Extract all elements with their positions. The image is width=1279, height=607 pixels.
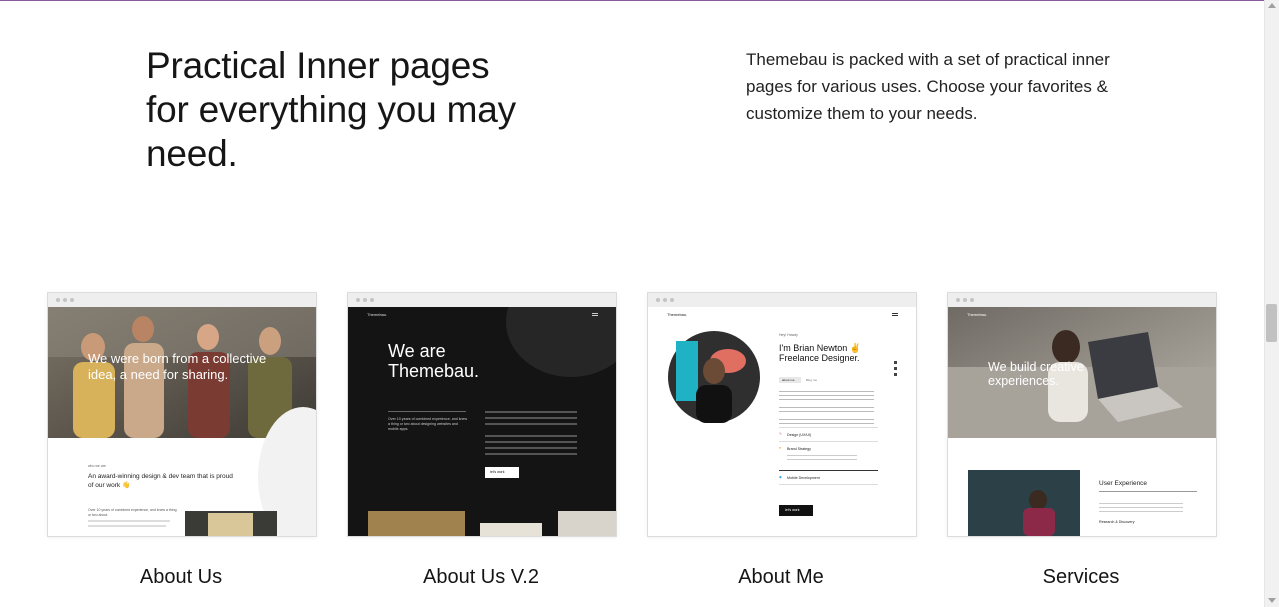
window-dot-icon [963, 298, 967, 302]
top-accent-line [0, 0, 1264, 1]
window-dot-icon [363, 298, 367, 302]
card-label-about-me[interactable]: About Me [647, 566, 915, 589]
divider [779, 427, 878, 428]
portrait-photo [668, 331, 760, 423]
browser-bar [948, 293, 1216, 307]
text-lines [1099, 503, 1183, 504]
page-preview: Themebau. We are Themebau. Over 10 years… [348, 307, 616, 536]
preview-kicker: who we are [88, 464, 106, 468]
preview-brand: Themebau. [367, 312, 388, 317]
preview-cta-label: let's work [785, 508, 800, 512]
text-line [88, 525, 166, 527]
preview-brand: Themebau. [667, 312, 688, 317]
preview-headline: We are Themebau. [388, 341, 480, 381]
scroll-up-arrow-icon[interactable] [1268, 3, 1276, 8]
window-dot-icon [70, 298, 74, 302]
design-icon: ✎ [779, 432, 783, 436]
divider [779, 484, 878, 485]
social-icons [894, 361, 897, 364]
preview-body: Over 10 years of combined experience, an… [388, 417, 468, 431]
card-services[interactable]: We build creative experiences. Themebau.… [947, 292, 1217, 537]
scroll-down-arrow-icon[interactable] [1268, 598, 1276, 603]
preview-list-item: Brand Strategy [787, 447, 811, 451]
card-label-about-us-v2[interactable]: About Us V.2 [347, 566, 615, 589]
card-label-services[interactable]: Services [947, 566, 1215, 589]
window-dot-icon [663, 298, 667, 302]
preview-list-item: Research & Discovery [1099, 520, 1135, 524]
page-preview: We were born from a collective idea, a n… [48, 307, 316, 536]
preview-photo-detail [208, 513, 253, 536]
card-label-about-us[interactable]: About Us [47, 566, 315, 589]
preview-cta-label: let's work [490, 470, 505, 474]
window-dot-icon [656, 298, 660, 302]
window-dot-icon [56, 298, 60, 302]
preview-list-item: Mobile Development [787, 476, 820, 480]
browser-bar [648, 293, 916, 307]
preview-photo [368, 511, 465, 536]
text-line [88, 520, 170, 522]
page-preview: We build creative experiences. Themebau.… [948, 307, 1216, 536]
window-dot-icon [970, 298, 974, 302]
card-about-me[interactable]: Themebau. Hey! Howdy I'm Brian Newton ✌️… [647, 292, 917, 537]
preview-tab-active: about me [779, 377, 801, 383]
preview-subheading: An award-winning design & dev team that … [88, 473, 233, 489]
window-dot-icon [956, 298, 960, 302]
preview-headline: We were born from a collective idea, a n… [88, 351, 267, 382]
card-about-us-v2[interactable]: Themebau. We are Themebau. Over 10 years… [347, 292, 617, 537]
preview-cta-button: let's work [779, 505, 813, 516]
preview-photo [968, 470, 1080, 536]
preview-cta-button: let's work [485, 467, 519, 478]
brand-icon: ● [779, 446, 782, 450]
text-lines [787, 455, 857, 456]
divider [779, 441, 878, 442]
decorative-circle [506, 307, 616, 377]
browser-bar [348, 293, 616, 307]
window-dot-icon [670, 298, 674, 302]
divider [779, 470, 878, 471]
divider [1099, 491, 1197, 492]
section-description: Themebau is packed with a set of practic… [746, 50, 1110, 123]
preview-kicker: Hey! Howdy [779, 333, 798, 337]
text-lines [485, 411, 577, 413]
preview-list-item: Design (UX/UI) [787, 433, 812, 437]
window-dot-icon [356, 298, 360, 302]
preview-body: Over 10 years of combined experience, an… [88, 508, 177, 517]
divider [388, 411, 466, 412]
window-dot-icon [370, 298, 374, 302]
mobile-icon: ◆ [779, 475, 782, 479]
card-about-us[interactable]: We were born from a collective idea, a n… [47, 292, 317, 537]
preview-photo [480, 523, 542, 536]
menu-icon [892, 313, 898, 314]
preview-photo [558, 511, 616, 536]
preview-headline: We build creative experiences. [988, 360, 1084, 388]
preview-brand: Themebau. [967, 312, 988, 317]
browser-bar [48, 293, 316, 307]
window-dot-icon [63, 298, 67, 302]
text-lines [779, 391, 874, 392]
preview-section-title: User Experience [1099, 480, 1148, 487]
preview-headline: I'm Brian Newton ✌️ Freelance Designer. [779, 343, 861, 363]
preview-tab-label: about me [782, 378, 795, 382]
preview-tab-label: Blog me [806, 378, 818, 382]
scrollbar-thumb[interactable] [1266, 304, 1277, 342]
menu-icon [592, 313, 598, 314]
section-title: Practical Inner pages for everything you… [146, 45, 516, 174]
page-preview: Themebau. Hey! Howdy I'm Brian Newton ✌️… [648, 307, 916, 536]
